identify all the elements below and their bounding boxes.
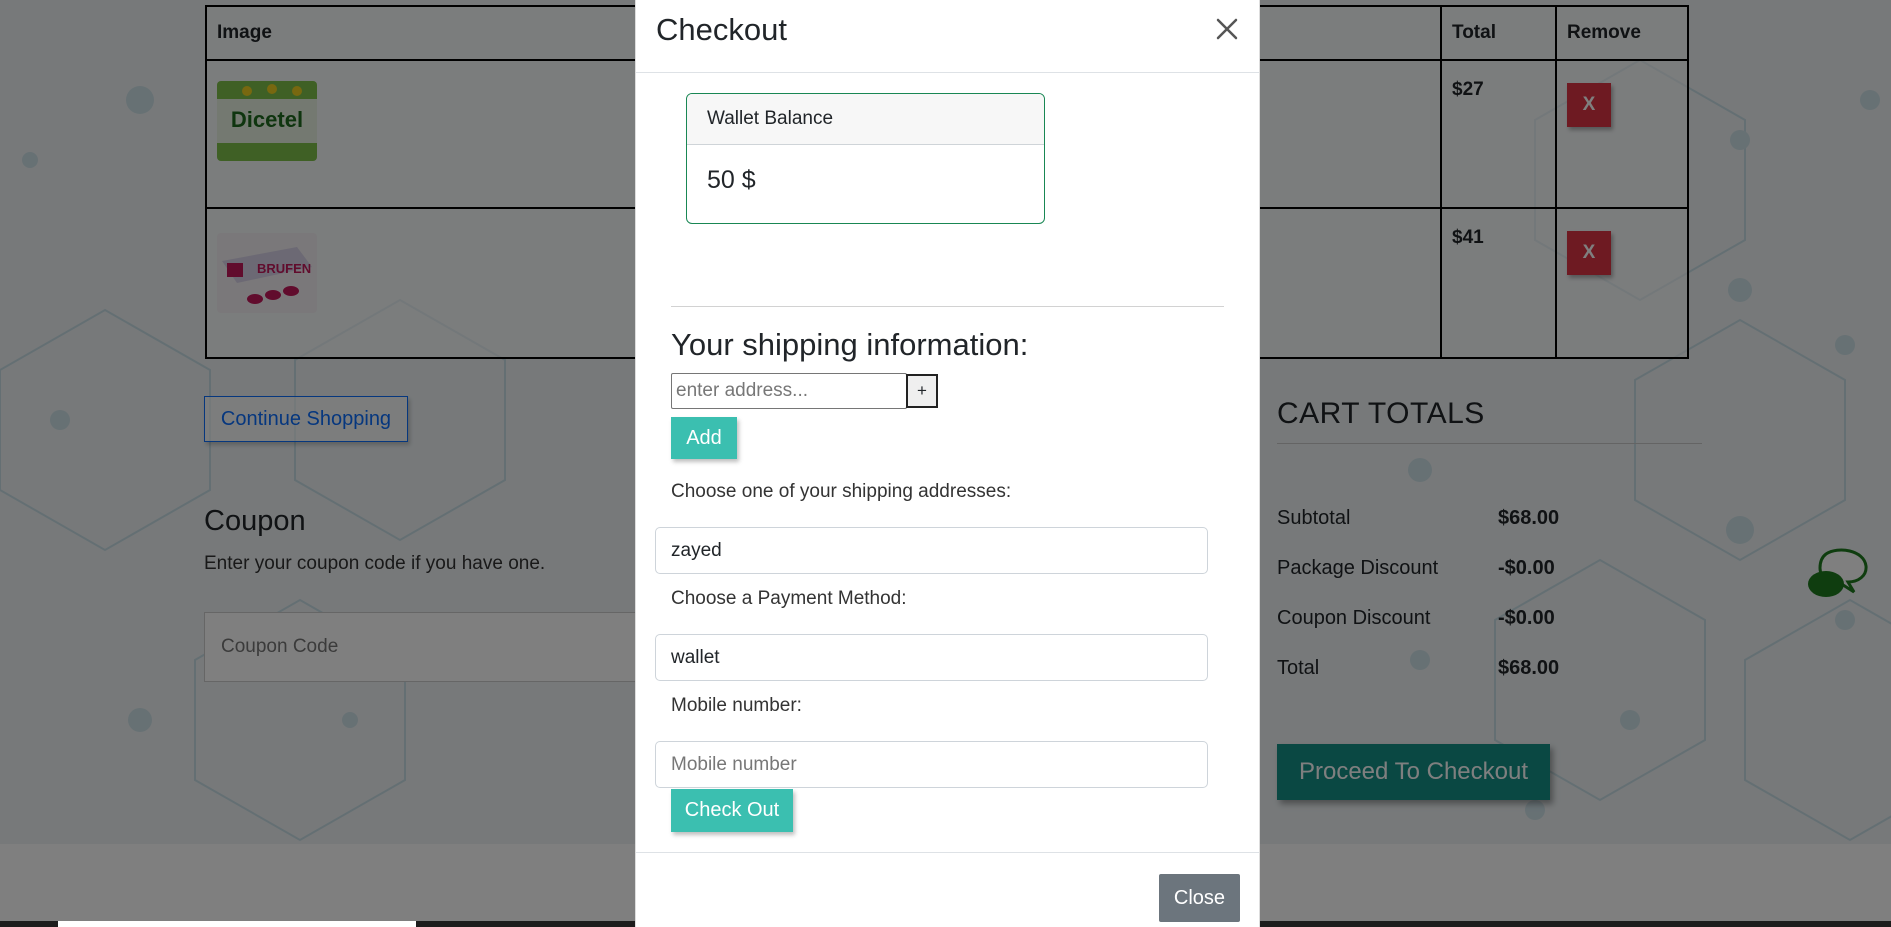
shipping-address-select[interactable]: zayed — [655, 527, 1208, 574]
mobile-number-label: Mobile number: — [671, 695, 802, 716]
divider — [671, 306, 1224, 307]
shipping-info-title: Your shipping information: — [671, 327, 1029, 362]
payment-method-label: Choose a Payment Method: — [671, 588, 907, 609]
close-button[interactable]: Close — [1159, 874, 1240, 922]
modal-header: Checkout — [636, 0, 1259, 73]
add-address-button[interactable]: Add — [671, 417, 737, 459]
payment-method-select[interactable]: wallet — [655, 634, 1208, 681]
modal-footer-divider — [636, 852, 1259, 853]
wallet-balance-card: Wallet Balance 50 $ — [686, 93, 1045, 224]
wallet-card-header: Wallet Balance — [687, 94, 1044, 145]
choose-address-label: Choose one of your shipping addresses: — [671, 481, 1012, 502]
plus-button[interactable]: + — [906, 374, 938, 408]
modal-title: Checkout — [656, 12, 787, 47]
close-icon[interactable] — [1211, 13, 1243, 45]
wallet-balance-value: 50 $ — [707, 166, 756, 194]
mobile-number-input[interactable] — [655, 741, 1208, 788]
address-input[interactable] — [671, 373, 907, 409]
checkout-modal: Checkout Wallet Balance 50 $ Your shippi… — [635, 0, 1260, 927]
check-out-button[interactable]: Check Out — [671, 789, 793, 832]
